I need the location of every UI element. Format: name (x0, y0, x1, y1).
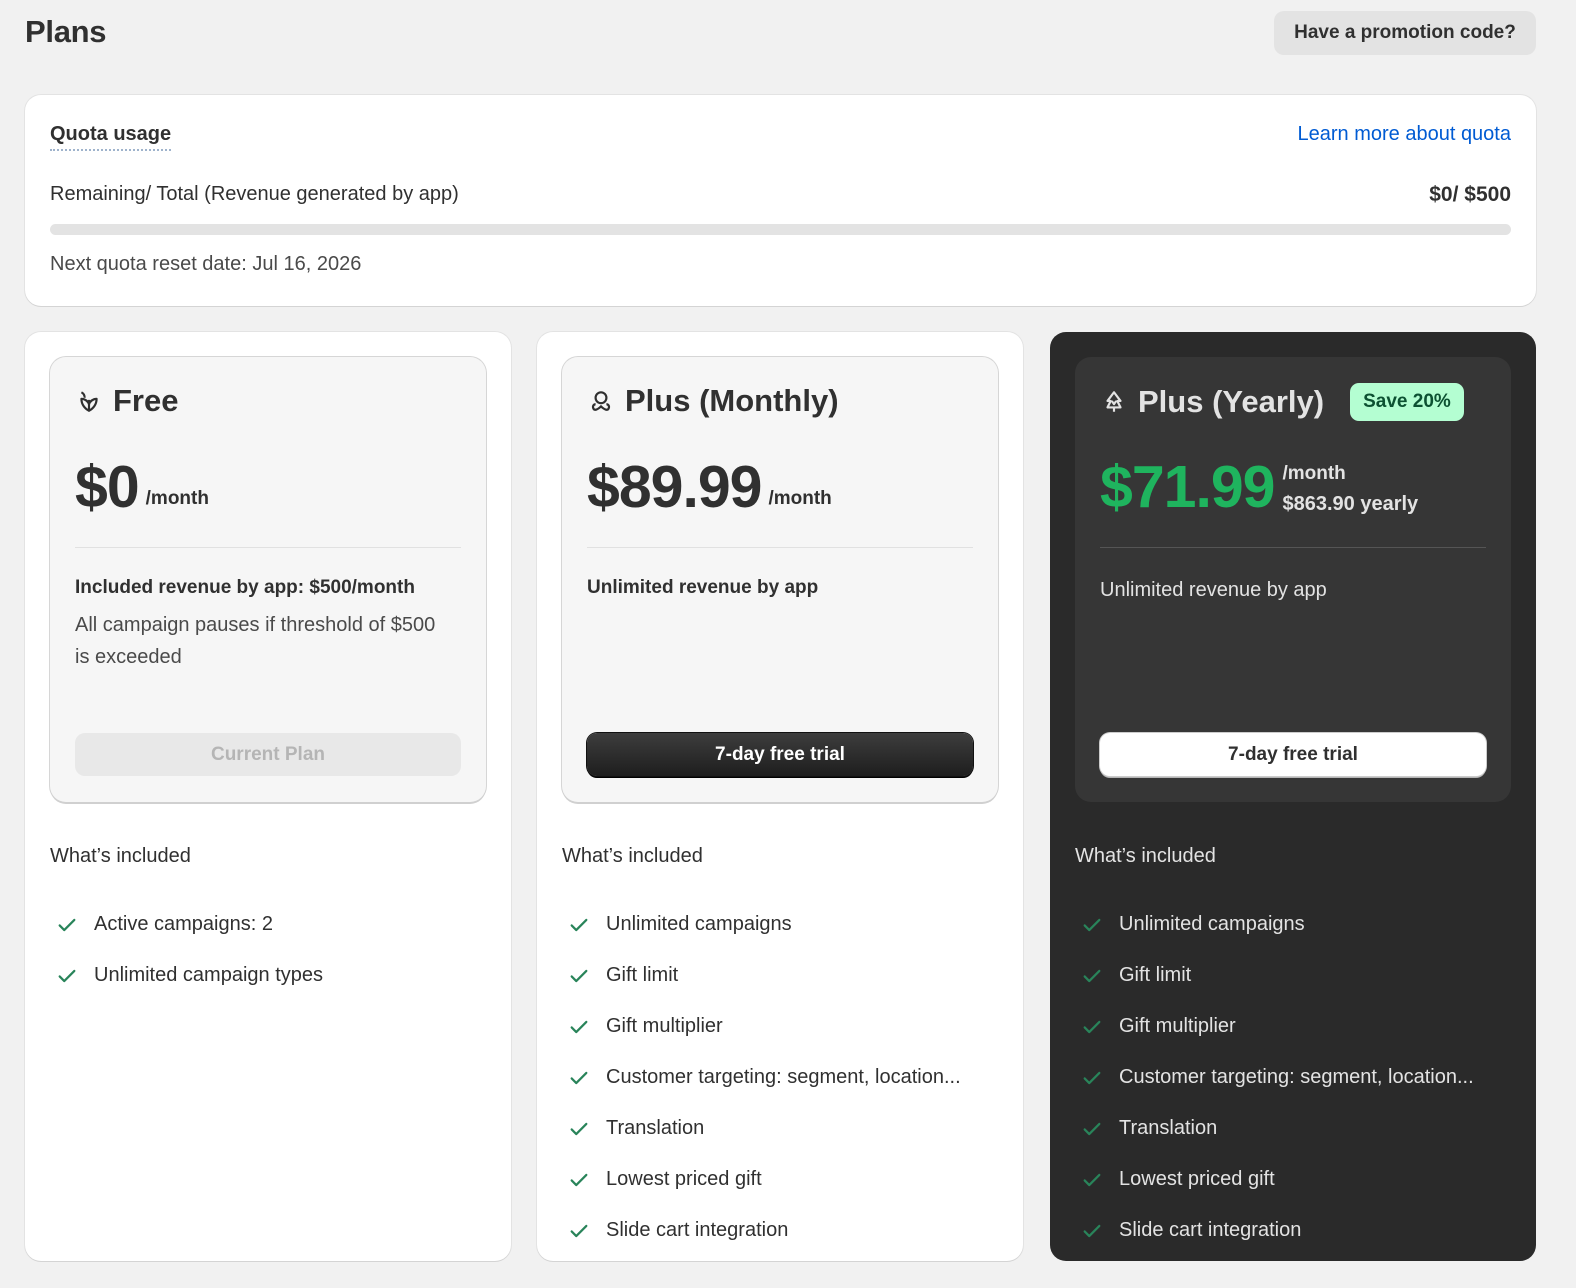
checkmark-icon (1081, 1067, 1103, 1089)
checkmark-icon (1081, 1016, 1103, 1038)
feature-label: Translation (1119, 1117, 1218, 1139)
free-trial-button-yearly[interactable]: 7-day free trial (1100, 733, 1486, 776)
checkmark-icon (1081, 914, 1103, 936)
quota-value: $0/ $500 (1429, 183, 1511, 206)
feature-list: Active campaigns: 2 Unlimited campaign ty… (50, 899, 323, 1001)
quota-label: Remaining/ Total (Revenue generated by a… (50, 183, 459, 205)
feature-item: Unlimited campaign types (50, 950, 323, 1001)
feature-item: Active campaigns: 2 (50, 899, 323, 950)
feature-item: Gift multiplier (1075, 1001, 1474, 1052)
feature-label: Unlimited campaigns (606, 913, 792, 935)
feature-label: Lowest priced gift (606, 1168, 762, 1190)
feature-label: Gift multiplier (1119, 1015, 1236, 1037)
divider (1100, 547, 1486, 548)
save-badge: Save 20% (1350, 383, 1464, 421)
checkmark-icon (568, 965, 590, 987)
plan-yearly-total: $863.90 yearly (1282, 493, 1419, 515)
divider (75, 547, 461, 548)
learn-more-quota-link[interactable]: Learn more about quota (1298, 123, 1512, 146)
whats-included-title: What’s included (50, 845, 191, 867)
feature-label: Gift multiplier (606, 1015, 723, 1037)
current-plan-button[interactable]: Current Plan (75, 733, 461, 776)
feature-list: Unlimited campaigns Gift limit Gift multip… (562, 899, 961, 1256)
checkmark-icon (56, 914, 78, 936)
checkmark-icon (1081, 1118, 1103, 1140)
checkmark-icon (1081, 1220, 1103, 1242)
whats-included-title: What’s included (562, 845, 703, 867)
quota-progress-bar (50, 224, 1511, 235)
feature-label: Active campaigns: 2 (94, 913, 273, 935)
feature-label: Slide cart integration (1119, 1219, 1302, 1241)
feature-label: Lowest priced gift (1119, 1168, 1275, 1190)
plan-period: /month (768, 488, 832, 509)
plan-revenue-text: Unlimited revenue by app (587, 577, 819, 598)
flower-icon (587, 387, 615, 415)
page-title: Plans (25, 14, 107, 49)
feature-label: Customer targeting: segment, location... (606, 1066, 961, 1088)
feature-item: Customer targeting: segment, location... (562, 1052, 961, 1103)
free-trial-button-monthly[interactable]: 7-day free trial (587, 733, 973, 776)
checkmark-icon (1081, 1169, 1103, 1191)
checkmark-icon (568, 1220, 590, 1242)
feature-item: Slide cart integration (1075, 1205, 1474, 1256)
feature-item: Lowest priced gift (562, 1154, 961, 1205)
feature-item: Translation (1075, 1103, 1474, 1154)
plan-plus-yearly-column: Plus (Yearly) Save 20% $71.99 /month $86… (1050, 332, 1536, 1261)
feature-item: Customer targeting: segment, location... (1075, 1052, 1474, 1103)
feature-item: Unlimited campaigns (562, 899, 961, 950)
feature-label: Slide cart integration (606, 1219, 789, 1241)
plan-price: $0 (75, 454, 140, 520)
plan-price: $89.99 (587, 454, 762, 520)
plan-plus-monthly-card: Plus (Monthly) $89.99 /month Unlimited r… (562, 357, 998, 802)
plan-name: Free (113, 383, 179, 418)
tree-icon (1100, 388, 1128, 416)
plan-free-column: Free $0 /month Included revenue by app: … (25, 332, 511, 1261)
plan-plus-monthly-column: Plus (Monthly) $89.99 /month Unlimited r… (537, 332, 1023, 1261)
feature-label: Unlimited campaigns (1119, 913, 1305, 935)
plan-name: Plus (Monthly) (625, 383, 839, 418)
feature-item: Slide cart integration (562, 1205, 961, 1256)
checkmark-icon (568, 1016, 590, 1038)
plan-period: /month (145, 488, 209, 509)
quota-usage-card: Quota usage Learn more about quota Remai… (25, 95, 1536, 306)
checkmark-icon (568, 1067, 590, 1089)
checkmark-icon (568, 1118, 590, 1140)
whats-included-title: What’s included (1075, 845, 1216, 867)
plan-revenue-text: Unlimited revenue by app (1100, 579, 1327, 601)
plan-period: /month (1282, 463, 1346, 484)
plan-plus-yearly-card: Plus (Yearly) Save 20% $71.99 /month $86… (1075, 357, 1511, 802)
divider (587, 547, 973, 548)
feature-label: Customer targeting: segment, location... (1119, 1066, 1474, 1088)
feature-item: Unlimited campaigns (1075, 899, 1474, 950)
checkmark-icon (1081, 965, 1103, 987)
feature-list: Unlimited campaigns Gift limit Gift multip… (1075, 899, 1474, 1256)
quota-reset-date: Next quota reset date: Jul 16, 2026 (50, 253, 362, 275)
promotion-code-button[interactable]: Have a promotion code? (1274, 11, 1536, 55)
leaf-icon (75, 387, 103, 415)
plan-revenue-text: Included revenue by app: $500/month (75, 577, 415, 598)
feature-item: Gift limit (562, 950, 961, 1001)
quota-title[interactable]: Quota usage (50, 123, 172, 151)
plan-threshold-note: All campaign pauses if threshold of $500… (75, 614, 436, 668)
plan-name: Plus (Yearly) (1138, 384, 1325, 419)
plan-price: $71.99 (1100, 454, 1275, 520)
checkmark-icon (568, 1169, 590, 1191)
plan-free-card: Free $0 /month Included revenue by app: … (50, 357, 486, 802)
checkmark-icon (56, 965, 78, 987)
feature-label: Gift limit (1119, 964, 1192, 986)
feature-label: Unlimited campaign types (94, 964, 323, 986)
feature-item: Gift limit (1075, 950, 1474, 1001)
feature-item: Gift multiplier (562, 1001, 961, 1052)
feature-label: Gift limit (606, 964, 679, 986)
checkmark-icon (568, 914, 590, 936)
feature-item: Lowest priced gift (1075, 1154, 1474, 1205)
feature-label: Translation (606, 1117, 705, 1139)
feature-item: Translation (562, 1103, 961, 1154)
